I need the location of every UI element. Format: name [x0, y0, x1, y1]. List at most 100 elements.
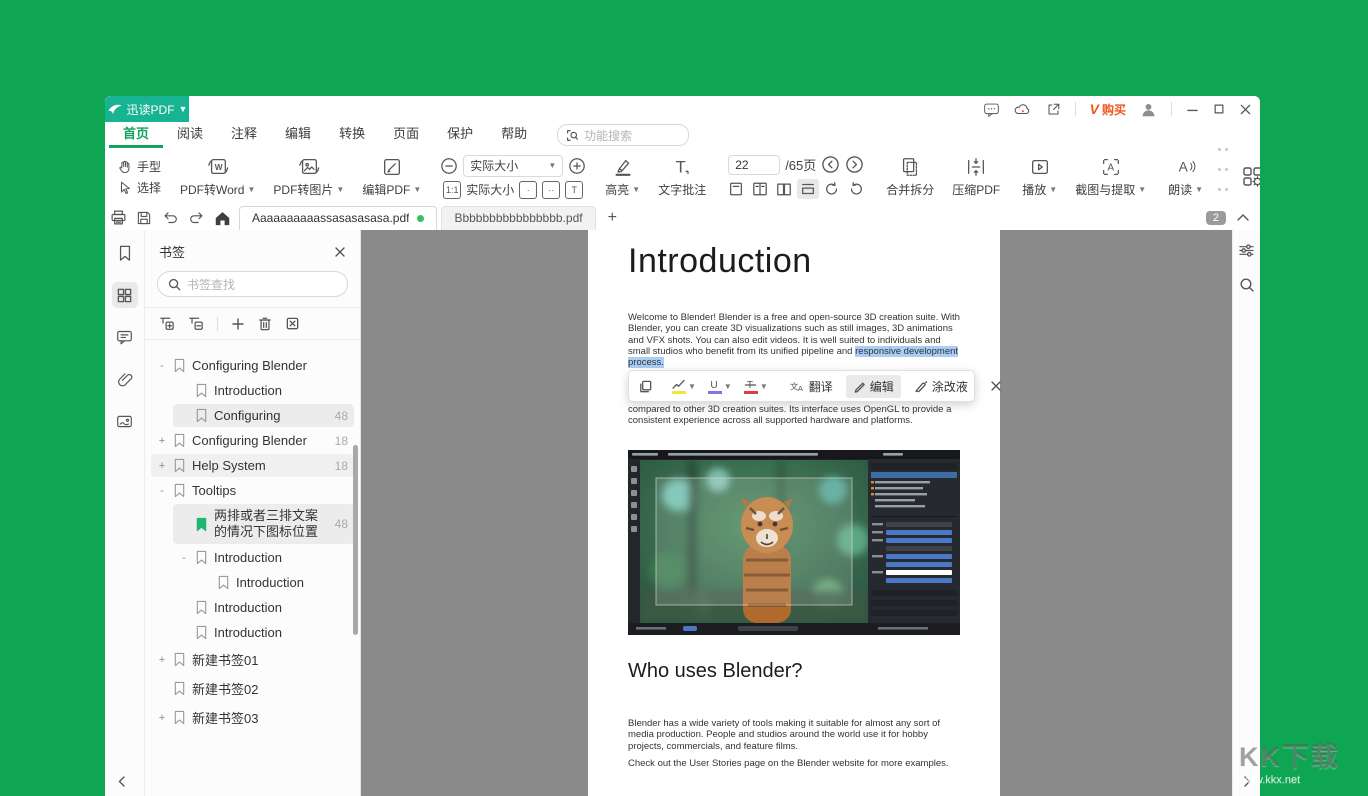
fit-width-icon[interactable]: ·· [542, 181, 560, 199]
correction-fluid-button[interactable]: 涂改液 [907, 375, 975, 398]
page-number-input[interactable]: 22 [728, 155, 780, 175]
rotate-ccw-icon[interactable] [845, 179, 867, 199]
single-page-view-icon[interactable] [725, 179, 747, 199]
tree-toggle-icon[interactable]: + [157, 460, 167, 472]
close-popup-icon[interactable] [987, 378, 1005, 394]
actual-size-icon[interactable]: 1:1 [443, 181, 461, 199]
bookmark-tree-item-7[interactable]: -Introduction [173, 546, 354, 569]
collapse-all-icon[interactable] [188, 316, 204, 331]
pdf-to-image-button[interactable]: PDF转图片▼ [264, 148, 353, 205]
edit-pdf-button[interactable]: 编辑PDF▼ [353, 148, 430, 205]
document-tab-active[interactable]: Aaaaaaaaaassasasasasa.pdf [239, 206, 437, 230]
menu-tab-7[interactable]: 帮助 [487, 122, 541, 148]
zoom-in-icon[interactable] [568, 157, 586, 175]
feature-search-input[interactable]: 功能搜索 [557, 124, 689, 146]
menu-tab-4[interactable]: 转换 [325, 122, 379, 148]
sidebar-scrollbar[interactable] [353, 445, 358, 635]
undo-icon[interactable] [157, 207, 183, 229]
bookmark-tree-item-9[interactable]: Introduction [173, 596, 354, 619]
copy-icon[interactable] [635, 377, 656, 396]
bookmark-tree-item-10[interactable]: Introduction [173, 621, 354, 644]
bookmark-tree-item-0[interactable]: -Configuring Blender [151, 354, 354, 377]
bookmark-tree-item-13[interactable]: +新建书签03 [151, 704, 354, 731]
signature-rail-icon[interactable] [112, 408, 138, 434]
prev-page-icon[interactable] [821, 155, 840, 174]
print-icon[interactable] [105, 207, 131, 229]
zoom-level-select[interactable]: 实际大小▼ [463, 155, 563, 177]
expand-all-icon[interactable] [159, 316, 175, 331]
read-aloud-button[interactable]: A 朗读▼ [1159, 148, 1212, 205]
cloud-icon[interactable] [1014, 102, 1032, 116]
menu-tab-2[interactable]: 注释 [217, 122, 271, 148]
tree-toggle-icon[interactable]: + [157, 435, 167, 447]
user-avatar[interactable] [1140, 101, 1157, 118]
open-external-icon[interactable] [1046, 102, 1061, 117]
app-menu-button[interactable]: 迅读PDF ▼ [105, 96, 189, 122]
translate-button[interactable]: 文A 翻译 [783, 375, 840, 398]
toolbar-settings-icon[interactable] [1241, 165, 1260, 189]
collapse-left-panel-icon[interactable] [117, 775, 126, 788]
tree-toggle-icon[interactable]: + [157, 712, 167, 724]
document-tab-inactive[interactable]: Bbbbbbbbbbbbbbbb.pdf [441, 206, 595, 230]
bookmark-tree-item-11[interactable]: +新建书签01 [151, 646, 354, 673]
menu-tab-0[interactable]: 首页 [109, 122, 163, 148]
close-button[interactable] [1239, 103, 1252, 116]
bookmark-tree-item-3[interactable]: +Configuring Blender18 [151, 429, 354, 452]
menu-tab-5[interactable]: 页面 [379, 122, 433, 148]
tree-toggle-icon[interactable]: + [157, 654, 167, 666]
save-icon[interactable] [131, 207, 157, 229]
text-annotation-button[interactable]: T 文字批注 [649, 148, 715, 205]
play-button[interactable]: 播放▼ [1013, 148, 1066, 205]
edit-button[interactable]: 编辑 [846, 375, 901, 398]
rotate-cw-icon[interactable] [821, 179, 843, 199]
book-view-icon[interactable] [773, 179, 795, 199]
view-filter-icon[interactable] [1238, 242, 1255, 259]
bookmark-tree-item-5[interactable]: -Tooltips [151, 479, 354, 502]
fit-text-icon[interactable]: T [565, 181, 583, 199]
close-panel-icon[interactable] [334, 246, 346, 258]
delete-all-bookmarks-icon[interactable] [285, 316, 300, 331]
menu-tab-6[interactable]: 保护 [433, 122, 487, 148]
bookmark-tree-item-2[interactable]: Configuring48 [173, 404, 354, 427]
highlight-button[interactable]: 高亮▼ [596, 148, 649, 205]
attachments-rail-icon[interactable] [112, 366, 138, 392]
strikeout-pen-button[interactable]: T ▼ [741, 377, 771, 396]
menu-tab-1[interactable]: 阅读 [163, 122, 217, 148]
feedback-icon[interactable] [983, 102, 1000, 117]
bookmark-tree-item-1[interactable]: Introduction [173, 379, 354, 402]
bookmark-search-input[interactable]: 书签查找 [157, 271, 348, 297]
hand-tool-button[interactable]: 手型 [117, 158, 161, 175]
two-page-view-icon[interactable] [749, 179, 771, 199]
tree-toggle-icon[interactable]: - [157, 485, 167, 497]
maximize-button[interactable] [1213, 103, 1225, 115]
home-icon[interactable] [209, 207, 235, 229]
bookmark-tree-item-4[interactable]: +Help System18 [151, 454, 354, 477]
bookmarks-rail-icon[interactable] [112, 240, 138, 266]
thumbnails-rail-icon[interactable] [112, 282, 138, 308]
zoom-out-icon[interactable] [440, 157, 458, 175]
tree-toggle-icon[interactable]: - [157, 360, 167, 372]
minimize-button[interactable] [1186, 103, 1199, 116]
redo-icon[interactable] [183, 207, 209, 229]
collapse-toolbar-icon[interactable] [1236, 213, 1250, 222]
delete-bookmark-icon[interactable] [258, 316, 272, 331]
menu-tab-3[interactable]: 编辑 [271, 122, 325, 148]
continuous-scroll-icon[interactable] [797, 179, 819, 199]
comments-rail-icon[interactable] [112, 324, 138, 350]
bookmark-tree-item-12[interactable]: 新建书签02 [151, 675, 354, 702]
page-search-icon[interactable] [1239, 277, 1255, 293]
next-page-icon[interactable] [845, 155, 864, 174]
compress-pdf-button[interactable]: 压缩PDF [943, 148, 1009, 205]
toolbar-drag-handle[interactable] [1218, 148, 1229, 205]
select-tool-button[interactable]: 选择 [117, 179, 161, 196]
capture-extract-button[interactable]: A 截图与提取▼ [1066, 148, 1155, 205]
tree-toggle-icon[interactable]: - [179, 552, 189, 564]
buy-vip-button[interactable]: V 购买 [1090, 101, 1126, 118]
highlight-pen-button[interactable]: ▼ [668, 377, 699, 396]
add-bookmark-icon[interactable] [231, 317, 245, 331]
fit-page-icon[interactable]: · [519, 181, 537, 199]
pdf-to-word-button[interactable]: W PDF转Word▼ [171, 148, 264, 205]
bookmark-tree-item-8[interactable]: Introduction [195, 571, 354, 594]
bookmark-tree-item-6[interactable]: 两排或者三排文案的情况下图标位置48 [173, 504, 354, 544]
merge-split-button[interactable]: 合并拆分 [877, 148, 943, 205]
